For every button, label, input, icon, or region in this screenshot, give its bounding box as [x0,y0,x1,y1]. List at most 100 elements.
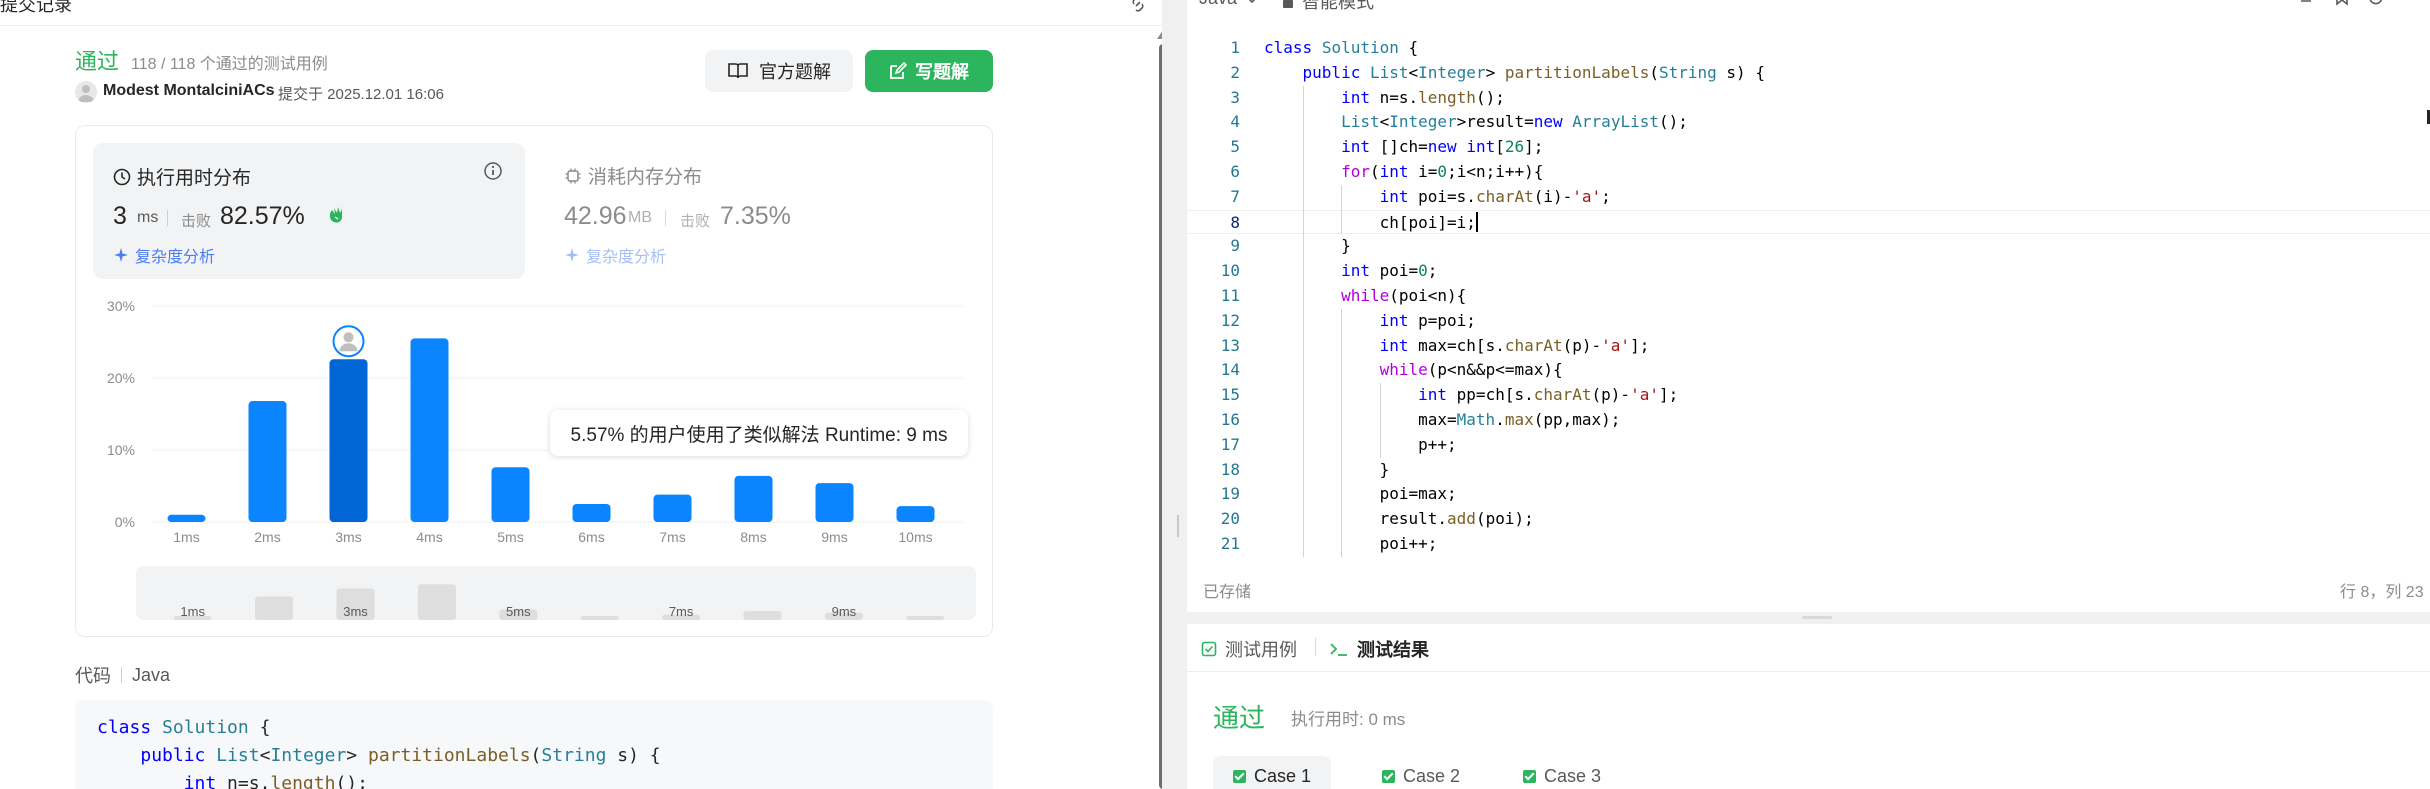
line-number: 6 [1230,162,1240,181]
case-tab-3[interactable]: Case 3 [1503,756,1621,789]
code-line[interactable]: 1 class Solution { [1187,36,2430,61]
pane-splitter[interactable] [1170,0,1186,789]
code-line[interactable]: 19 poi=max; [1187,482,2430,507]
write-solution-button[interactable]: 写题解 [865,50,993,92]
code-line[interactable]: 21 poi++; [1187,532,2430,557]
check-icon [1382,769,1395,783]
horizontal-splitter-grip[interactable] [1802,616,1832,619]
result-time: 执行用时: 0 ms [1291,710,1406,729]
line-number: 18 [1220,459,1240,479]
tab-testcases-label: 测试用例 [1225,640,1297,660]
code-line[interactable]: 12 int p=poi; [1187,309,2430,334]
code-text: } [1264,236,1351,256]
y-tick-label: 10% [107,442,135,458]
tab-testcases[interactable]: 测试用例 [1201,636,1297,662]
bar-9ms[interactable] [815,483,854,522]
y-tick-label: 20% [107,370,135,386]
chart-minimap[interactable]: 1ms 3ms 5ms 7ms 9ms [136,566,976,620]
bookmark-icon[interactable] [2333,0,2351,6]
code-line[interactable]: 17 p++; [1187,433,2430,458]
code-text: ch[poi]=i; [1264,212,1476,232]
scroll-up-arrow[interactable] [1157,30,1162,39]
code-line[interactable]: 9 } [1187,234,2430,259]
code-line[interactable]: 18 } [1187,458,2430,483]
line-number: 9 [1230,236,1240,256]
tab-test-result[interactable]: 测试结果 [1315,636,1429,662]
memory-complexity-text: 复杂度分析 [586,249,667,266]
runtime-title: 执行用时分布 [113,163,251,190]
indent-guide [1341,358,1343,384]
y-tick-label: 30% [107,298,135,314]
bar-4ms[interactable] [410,338,449,522]
x-tick-label: 2ms [254,529,280,545]
code-label-text: 代码 [75,666,111,686]
code-line[interactable]: 13 int max=ch[s.charAt(p)-'a']; [1187,334,2430,359]
bar-1ms[interactable] [167,514,206,522]
link-icon[interactable] [1128,0,1148,14]
reset-icon[interactable] [2367,0,2385,6]
bar-8ms[interactable] [734,475,773,522]
code-line[interactable]: 2 public List<Integer> partitionLabels(S… [1187,61,2430,86]
code-line[interactable]: 14 while(p<n&&p<=max){ [1187,358,2430,383]
save-status: 已存储 [1203,584,1252,601]
chevron-down-icon[interactable] [1245,0,1259,6]
code-line[interactable]: 3 int n=s.length(); [1187,86,2430,111]
code-line[interactable]: 20 result.add(poi); [1187,507,2430,532]
runtime-card[interactable]: 执行用时分布 3 ms 击败 82.57% 复杂度分析 [93,143,525,279]
line-number: 12 [1220,310,1240,330]
memory-beat-percent: 7.35% [720,202,791,230]
info-icon[interactable] [483,161,503,181]
bar-2ms[interactable] [248,401,287,522]
indent-guide [1302,507,1304,532]
case-tab-2[interactable]: Case 2 [1362,756,1480,789]
check-icon [1523,769,1536,783]
runtime-complexity-text: 复杂度分析 [135,249,216,266]
user-avatar[interactable] [75,81,97,103]
code-line[interactable]: 16 max=Math.max(pp,max); [1187,408,2430,433]
bar-10ms[interactable] [896,506,935,522]
editor-code-area[interactable]: 1 class Solution {2 public List<Integer> … [1187,36,2430,557]
smart-mode-toggle[interactable]: 智能模式 [1282,0,1374,14]
runtime-complexity-link[interactable]: 复杂度分析 [113,243,215,267]
bar-6ms[interactable] [572,504,611,522]
bar-3ms[interactable] [329,359,368,522]
bar-5ms[interactable] [491,467,530,522]
memory-complexity-link[interactable]: 复杂度分析 [564,243,666,267]
code-line[interactable]: 15 int pp=ch[s.charAt(p)-'a']; [1187,383,2430,408]
code-section-label: 代码 Java [75,662,170,688]
case-label: Case 2 [1403,765,1461,786]
results-tabs: 测试用例 测试结果 [1187,624,2430,672]
indent-guide [1302,308,1304,334]
code-line[interactable]: 10 int poi=0; [1187,259,2430,284]
code-line[interactable]: 7 int poi=s.charAt(i)-'a'; [1187,185,2430,210]
editor-toolbar: Java 智能模式 [1187,0,2430,18]
code-line[interactable]: 5 int []ch=new int[26]; [1187,135,2430,160]
language-select[interactable]: Java [1199,0,1237,9]
panel-title: 提交记录 [0,0,72,15]
official-solution-label: 官方题解 [759,62,831,82]
code-line[interactable]: 6 for(int i=0;i<n;i++){ [1187,160,2430,185]
left-scrollbar[interactable] [1159,44,1162,789]
code-line[interactable]: 4 List<Integer>result=new ArrayList(); [1187,110,2430,135]
code-editor[interactable]: Java 智能模式 1 class Solution {2 public List… [1187,0,2430,612]
memory-title[interactable]: 消耗内存分布 [564,162,702,189]
code-label-separator [121,667,122,683]
case-tab-1[interactable]: Case 1 [1213,756,1332,789]
expand-icon[interactable] [2401,0,2419,6]
x-tick-label: 6ms [578,529,604,545]
runtime-beat-label: 击败 [181,213,212,230]
x-tick-label: 7ms [659,529,685,545]
code-line[interactable]: 8 ch[poi]=i; [1187,209,2430,235]
code-preview-line: public List<Integer> partitionLabels(Str… [140,745,661,766]
minimap-label: 5ms [506,604,531,619]
cursor-position: 行 8，列 23 [2340,584,2424,601]
format-icon[interactable] [2299,0,2317,6]
splitter-grip[interactable] [1177,515,1179,537]
code-text: max=Math.max(pp,max); [1264,410,1621,429]
bar-7ms[interactable] [653,494,692,522]
code-line[interactable]: 11 while(poi<n){ [1187,284,2430,309]
official-solution-button[interactable]: 官方题解 [705,50,853,92]
user-name[interactable]: Modest MontalciniACs [103,82,275,100]
indent-guide [1302,209,1304,235]
code-preview-line: class Solution { [97,717,271,738]
